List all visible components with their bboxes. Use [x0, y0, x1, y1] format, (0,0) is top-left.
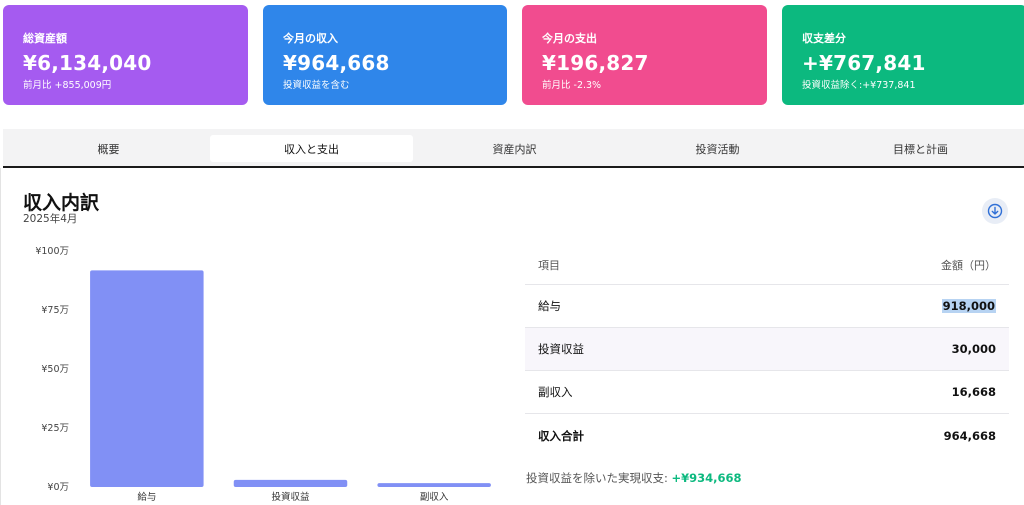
bar-1[interactable] — [233, 479, 348, 487]
realized-balance-value: +¥934,668 — [671, 471, 742, 485]
card-value: ¥6,134,040 — [23, 51, 152, 75]
total-amount: 964,668 — [943, 428, 996, 443]
table-row: 給与 918,000 — [525, 285, 1009, 328]
selected-text: 918,000 — [941, 299, 996, 313]
panel-date: 2025年4月 — [23, 213, 78, 225]
chart-canvas: ¥0万 ¥25万 ¥50万 ¥75万 ¥100万給与 投資収益 副収入 — [35, 246, 491, 503]
y-tick-label: ¥50万 — [41, 364, 69, 375]
table-header: 項目 金額（円） — [525, 245, 1009, 285]
row-amount: 30,000 — [951, 342, 996, 356]
x-category-label: 投資収益 — [271, 491, 310, 503]
x-category-label: 副収入 — [420, 491, 449, 503]
monthly-income-card: 今月の収入 ¥964,668 投資収益を含む — [263, 5, 507, 105]
card-subtext: 投資収益除く:+¥737,841 — [802, 80, 916, 91]
header-item: 項目 — [538, 258, 560, 272]
card-subtext: 前月比 +855,009円 — [23, 80, 112, 91]
tab-bar: 概要 収入と支出 資産内訳 投資活動 目標と計画 — [3, 129, 1024, 168]
bar-2[interactable] — [377, 483, 491, 487]
total-assets-card: 総資産額 ¥6,134,040 前月比 +855,009円 — [3, 5, 248, 105]
y-tick-label: ¥75万 — [41, 305, 69, 316]
table-row: 副収入 16,668 — [525, 371, 1009, 414]
card-value: ¥964,668 — [283, 51, 390, 75]
x-category-label: 給与 — [137, 491, 156, 503]
row-item: 投資収益 — [538, 342, 584, 356]
summary-cards: 総資産額 ¥6,134,040 前月比 +855,009円 今月の収入 ¥964… — [0, 0, 1024, 110]
income-table: 項目 金額（円） 給与 918,000 投資収益 30,000 副収入 16,6… — [525, 245, 1009, 457]
row-amount: 918,000 — [941, 299, 996, 313]
table-row: 投資収益 30,000 — [525, 328, 1009, 371]
card-subtext: 投資収益を含む — [283, 80, 350, 91]
income-bar-chart: ¥0万 ¥25万 ¥50万 ¥75万 ¥100万給与 投資収益 副収入 — [1, 238, 511, 505]
realized-balance-label: 投資収益を除いた実現収支: — [526, 471, 668, 485]
card-value: +¥767,841 — [802, 51, 926, 75]
card-subtext: 前月比 -2.3% — [542, 80, 602, 91]
table-total-row: 収入合計 964,668 — [525, 414, 1009, 457]
y-tick-label: ¥0万 — [47, 482, 69, 493]
bar-0[interactable] — [90, 270, 204, 487]
income-breakdown-panel: 収入内訳 2025年4月 ¥0万 ¥25万 ¥50万 ¥75万 ¥100万 給与 投資収益副… — [0, 168, 1024, 505]
y-tick-label: ¥100万 — [35, 246, 69, 257]
y-tick-label: ¥25万 — [41, 423, 69, 434]
monthly-expense-card: 今月の支出 ¥196,827 前月比 -2.3% — [522, 5, 767, 105]
total-item: 収入合計 — [538, 428, 584, 443]
row-item: 給与 — [538, 299, 561, 313]
card-value: ¥196,827 — [542, 51, 649, 75]
card-label: 収支差分 — [802, 32, 846, 45]
tab-investment-activity[interactable]: 投資活動 — [616, 135, 819, 162]
card-label: 総資産額 — [23, 32, 67, 45]
tab-goals-plans[interactable]: 目標と計画 — [819, 135, 1022, 162]
download-icon — [987, 203, 1003, 219]
download-button[interactable] — [982, 198, 1008, 224]
row-amount: 16,668 — [951, 385, 996, 399]
tab-asset-breakdown[interactable]: 資産内訳 — [413, 135, 616, 162]
balance-diff-card: 収支差分 +¥767,841 投資収益除く:+¥737,841 — [782, 5, 1024, 105]
card-label: 今月の収入 — [283, 32, 338, 45]
tab-overview[interactable]: 概要 — [7, 135, 210, 162]
header-amount: 金額（円） — [941, 258, 996, 272]
tab-income-expense[interactable]: 収入と支出 — [210, 135, 413, 162]
row-item: 副収入 — [538, 385, 573, 399]
realized-balance: 投資収益を除いた実現収支: +¥934,668 — [526, 470, 742, 486]
card-label: 今月の支出 — [542, 32, 597, 45]
